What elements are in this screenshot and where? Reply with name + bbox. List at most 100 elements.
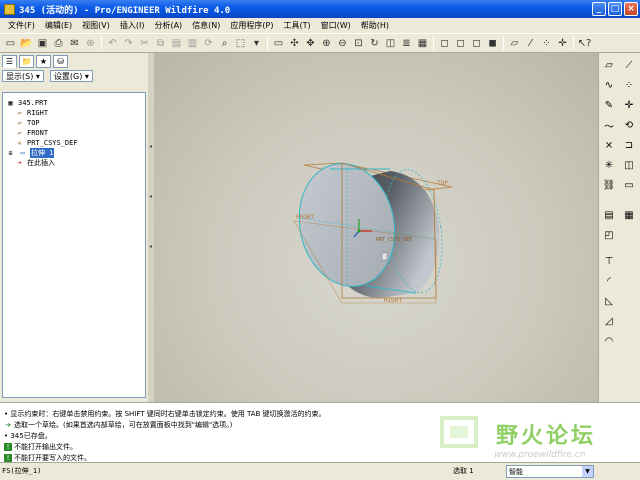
label-top[interactable]: TOP [437, 180, 448, 187]
undo-icon[interactable]: ↶ [105, 36, 120, 51]
analysis-tool-icon[interactable]: ⟲ [621, 117, 637, 133]
select-box-icon[interactable]: ⬚ [233, 36, 248, 51]
no-hidden-icon[interactable]: ◻ [469, 36, 484, 51]
chain-tool-icon[interactable]: ⛓ [601, 177, 617, 193]
point-dropdown-icon[interactable]: ⨯ [601, 137, 617, 153]
copy-icon[interactable]: ⧉ [153, 36, 168, 51]
favorites-tab[interactable]: ★ [36, 55, 51, 68]
menu-applications[interactable]: 应用程序(P) [225, 20, 278, 31]
menu-insert[interactable]: 插入(I) [115, 20, 150, 31]
maximize-button[interactable]: □ [608, 2, 622, 16]
menu-analysis[interactable]: 分析(A) [149, 20, 187, 31]
tree-item-top[interactable]: ▱ TOP [15, 118, 39, 128]
draft-tool-icon[interactable]: ▭ [621, 177, 637, 193]
menu-view[interactable]: 视图(V) [77, 20, 115, 31]
email-icon[interactable]: ✉ [67, 36, 82, 51]
spline-tool-icon[interactable]: 〜 [601, 117, 617, 133]
open-file-icon[interactable]: 📂 [19, 36, 34, 51]
new-file-icon[interactable]: ▭ [3, 36, 18, 51]
paste-icon[interactable]: ▤ [169, 36, 184, 51]
saved-views-icon[interactable]: ◫ [383, 36, 398, 51]
context-help-icon[interactable]: ↖? [577, 36, 592, 51]
tree-item-right[interactable]: ▱ RIGHT [15, 108, 48, 118]
model-tree-tab[interactable]: ☰ [2, 55, 17, 68]
tree-item-extrude[interactable]: ⊞ ▭ 拉伸 1 [6, 148, 55, 158]
datum-axis-tool-icon[interactable]: ⟋ [621, 57, 637, 73]
tree-item-insert-here[interactable]: ➜ 在此插入 [15, 158, 55, 168]
reorient-icon[interactable]: ↻ [367, 36, 382, 51]
datum-axes-toggle-icon[interactable]: ⁄ [523, 36, 538, 51]
layers-icon[interactable]: ≣ [399, 36, 414, 51]
redo-icon[interactable]: ↷ [121, 36, 136, 51]
cut-icon[interactable]: ✂ [137, 36, 152, 51]
expand-icon[interactable]: ⊞ [6, 149, 15, 157]
graphics-viewport[interactable]: TOP FRONT RIGHT PRT_CSYS_DEF [154, 53, 598, 402]
label-csys[interactable]: PRT_CSYS_DEF [376, 237, 412, 243]
repaint-icon[interactable]: ▭ [271, 36, 286, 51]
status-text: FS(拉伸_1) [2, 467, 42, 475]
splitter-grip-icon[interactable]: ◂ [149, 243, 153, 251]
datum-planes-toggle-icon[interactable]: ▱ [507, 36, 522, 51]
menu-tools[interactable]: 工具(T) [279, 20, 316, 31]
orient-icon[interactable]: ✥ [303, 36, 318, 51]
regenerate-icon[interactable]: ⟳ [201, 36, 216, 51]
csys-tool-icon[interactable]: ✛ [621, 97, 637, 113]
star-tool-icon[interactable]: ✳ [601, 157, 617, 173]
menu-window[interactable]: 窗口(W) [316, 20, 356, 31]
menu-edit[interactable]: 编辑(E) [40, 20, 77, 31]
pattern-tool-icon[interactable]: ◠ [601, 333, 617, 349]
dimension-tag[interactable] [381, 252, 388, 261]
sweep-tool-icon[interactable]: ◰ [601, 227, 617, 243]
connections-tab[interactable]: ⛁ [53, 55, 68, 68]
zoom-in-icon[interactable]: ⊕ [319, 36, 334, 51]
chevron-down-icon[interactable]: ▼ [582, 466, 593, 477]
settings-dropdown[interactable]: 设置(G) ▾ [49, 70, 93, 82]
hole-tool-icon[interactable]: ⊤ [601, 253, 617, 269]
csys-icon: ✳ [17, 139, 22, 147]
wireframe-icon[interactable]: ◻ [437, 36, 452, 51]
minimize-button[interactable]: _ [592, 2, 606, 16]
tree-item-part[interactable]: ▦ 345.PRT [6, 98, 47, 108]
paste-special-icon[interactable]: ▥ [185, 36, 200, 51]
label-right[interactable]: RIGHT [384, 297, 402, 304]
tree-item-front[interactable]: ▱ FRONT [15, 128, 48, 138]
shell-tool-icon[interactable]: ⊐ [621, 137, 637, 153]
extrude-tool-icon[interactable]: ▤ [601, 207, 617, 223]
zoom-out-icon[interactable]: ⊖ [335, 36, 350, 51]
sketch-tool-icon[interactable]: ✎ [601, 97, 617, 113]
revolve-tool-icon[interactable]: ▦ [621, 207, 637, 223]
view-manager-icon[interactable]: ▦ [415, 36, 430, 51]
splitter-grip-icon[interactable]: ◂ [149, 143, 153, 151]
menu-info[interactable]: 信息(N) [187, 20, 225, 31]
folder-browser-tab[interactable]: 📁 [19, 55, 34, 68]
model-tree: ▦ 345.PRT ▱ RIGHT ▱ TOP ▱ FRONT ✳ PRT_CS… [2, 92, 146, 398]
menu-help[interactable]: 帮助(H) [356, 20, 394, 31]
link-icon[interactable]: ⊕ [83, 36, 98, 51]
tree-item-csys[interactable]: ✳ PRT_CSYS_DEF [15, 138, 77, 148]
datum-plane-icon: ▱ [17, 129, 22, 137]
rib-tool-icon[interactable]: ◫ [621, 157, 637, 173]
draft-angle-tool-icon[interactable]: ◿ [601, 313, 617, 329]
model-view[interactable]: TOP FRONT RIGHT PRT_CSYS_DEF [154, 53, 598, 402]
selection-filter-select[interactable]: 智能 ▼ [506, 465, 594, 478]
save-icon[interactable]: ▣ [35, 36, 50, 51]
refit-icon[interactable]: ⊡ [351, 36, 366, 51]
datum-points-toggle-icon[interactable]: ⁘ [539, 36, 554, 51]
datum-point-tool-icon[interactable]: ⁘ [621, 77, 637, 93]
show-dropdown[interactable]: 显示(S) ▾ [2, 70, 44, 82]
splitter-grip-icon[interactable]: ◂ [149, 193, 153, 201]
csys-toggle-icon[interactable]: ✛ [555, 36, 570, 51]
selection-dropdown-icon[interactable]: ▾ [249, 36, 264, 51]
shading-icon[interactable]: ◼ [485, 36, 500, 51]
label-front[interactable]: FRONT [296, 214, 314, 221]
datum-curve-tool-icon[interactable]: ∿ [601, 77, 617, 93]
chamfer-tool-icon[interactable]: ◺ [601, 293, 617, 309]
close-button[interactable]: × [624, 2, 638, 16]
menu-file[interactable]: 文件(F) [3, 20, 40, 31]
print-icon[interactable]: ⎙ [51, 36, 66, 51]
spin-center-icon[interactable]: ✣ [287, 36, 302, 51]
find-icon[interactable]: ⌕ [217, 36, 232, 51]
round-tool-icon[interactable]: ◜ [601, 273, 617, 289]
hidden-line-icon[interactable]: ◻ [453, 36, 468, 51]
datum-plane-tool-icon[interactable]: ▱ [601, 57, 617, 73]
